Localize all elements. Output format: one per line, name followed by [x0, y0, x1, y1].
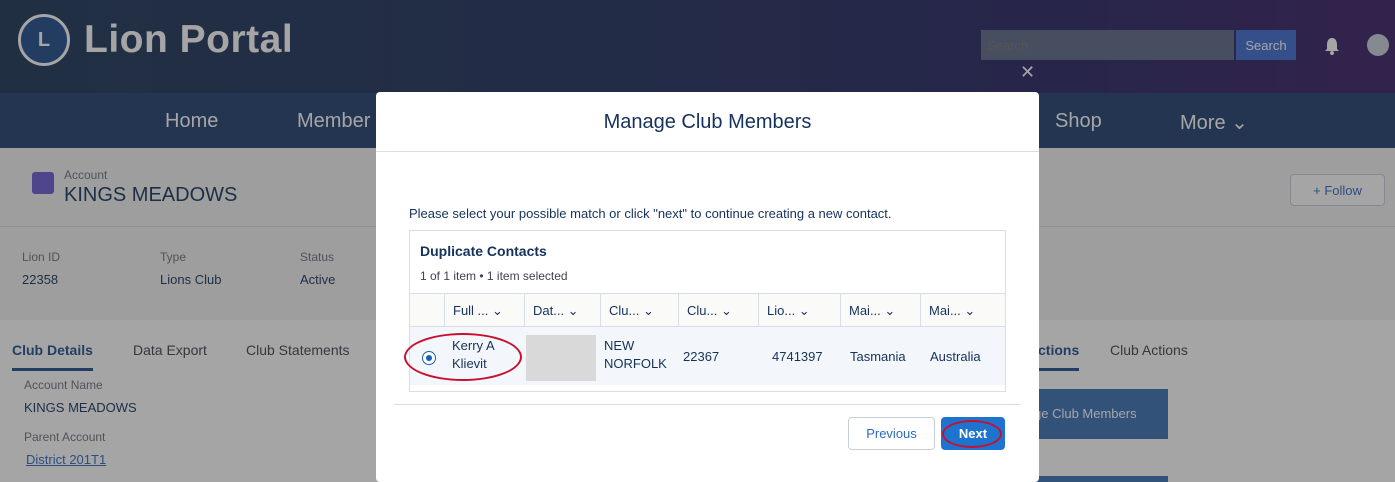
- country-cell: Australia: [930, 349, 981, 364]
- previous-button[interactable]: Previous: [848, 417, 935, 450]
- state-cell: Tasmania: [850, 349, 906, 364]
- column-header[interactable]: Mai... ⌄: [920, 294, 1000, 328]
- column-header[interactable]: Dat... ⌄: [524, 294, 600, 328]
- column-header[interactable]: Full ... ⌄: [444, 294, 524, 328]
- column-header[interactable]: Mai... ⌄: [840, 294, 920, 328]
- column-header[interactable]: Clu... ⌄: [678, 294, 758, 328]
- club-name-cell: NEW NORFOLK: [604, 338, 667, 371]
- instruction-text: Please select your possible match or cli…: [409, 206, 892, 221]
- club-number-cell: 22367: [683, 349, 720, 364]
- duplicate-contacts-table: Duplicate Contacts 1 of 1 item • 1 item …: [404, 230, 1006, 392]
- lion-id-cell: 4741397: [772, 349, 823, 364]
- next-highlight-annotation: [942, 420, 1002, 448]
- item-count: 1 of 1 item • 1 item selected: [420, 269, 568, 283]
- duplicate-contacts-title: Duplicate Contacts: [420, 243, 547, 259]
- manage-club-members-modal: Manage Club Members Please select your p…: [376, 92, 1039, 482]
- modal-footer-divider: [394, 404, 1021, 405]
- modal-title: Manage Club Members: [376, 92, 1039, 152]
- highlight-annotation: [404, 333, 522, 381]
- table-row[interactable]: Kerry A Klievit NEW NORFOLK 22367 474139…: [404, 327, 1005, 385]
- column-header[interactable]: Clu... ⌄: [600, 294, 678, 328]
- column-header[interactable]: Lio... ⌄: [758, 294, 840, 328]
- table-header: Full ... ⌄ Dat... ⌄ Clu... ⌄ Clu... ⌄ Li…: [410, 293, 1005, 328]
- date-cell: [526, 335, 596, 381]
